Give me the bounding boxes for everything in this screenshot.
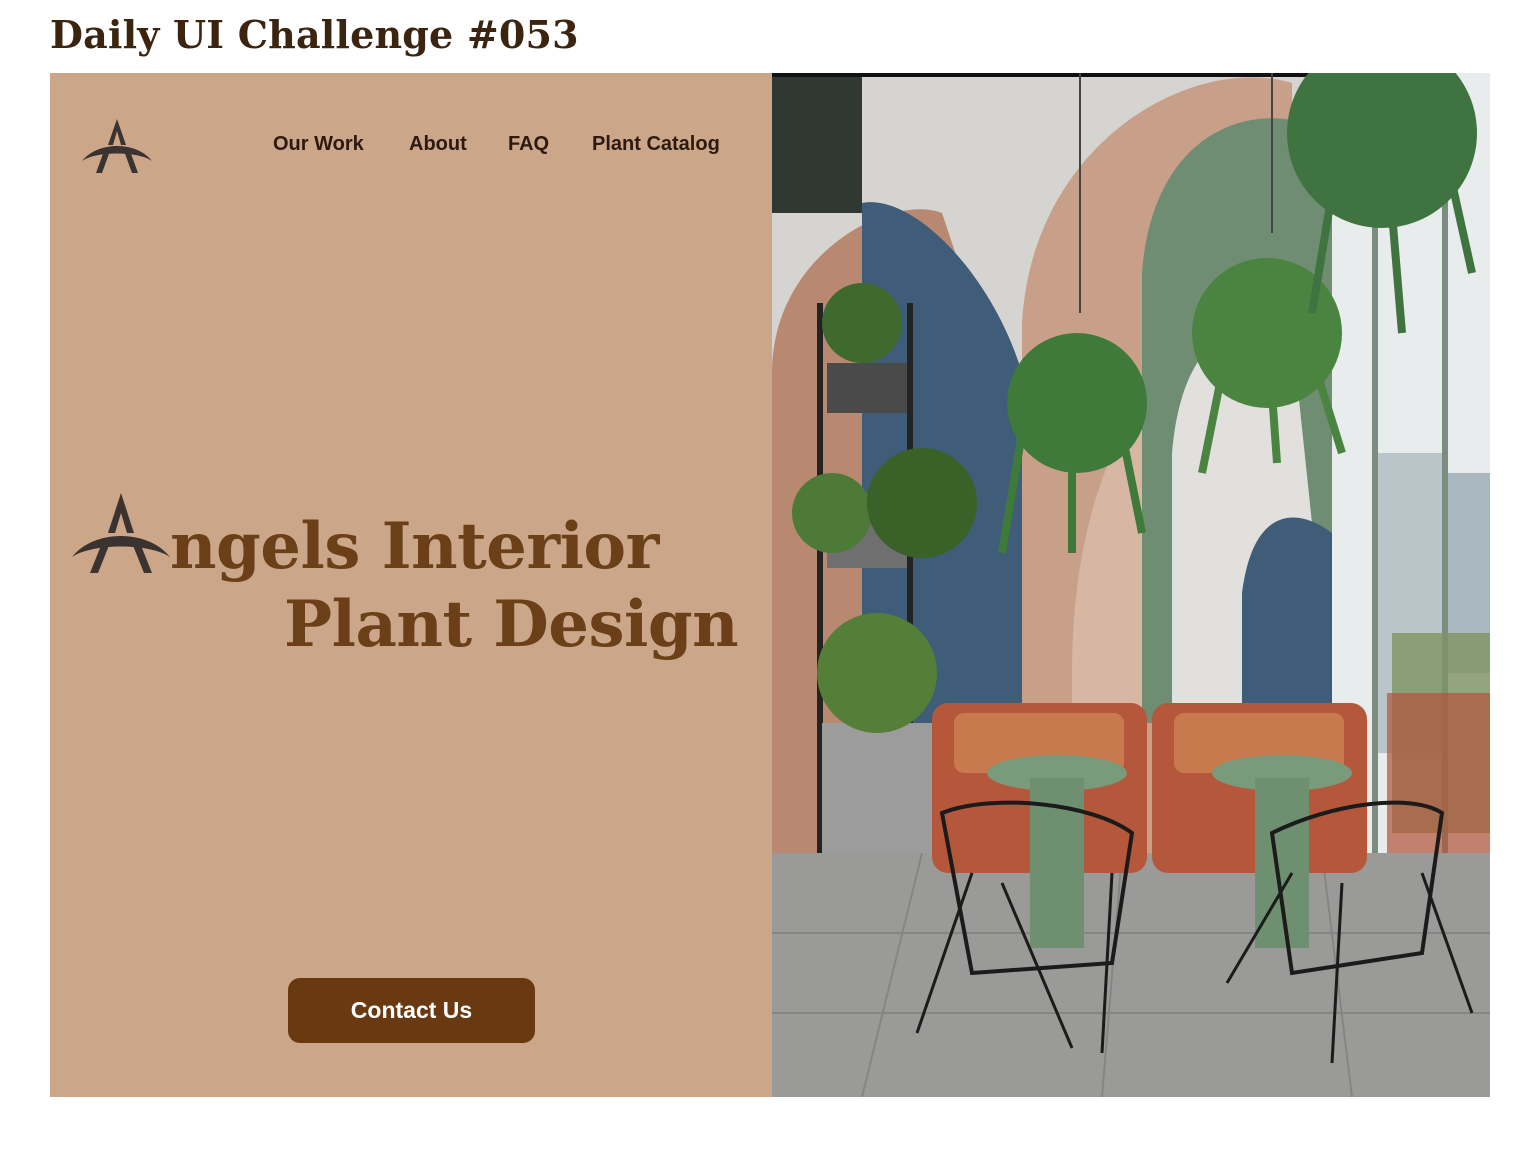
interior-photo <box>772 73 1490 1097</box>
nav-item-our-work[interactable]: Our Work <box>273 133 364 156</box>
landing-frame: Our Work About FAQ Plant Catalog ngels I… <box>50 73 1490 1097</box>
nav-item-plant-catalog[interactable]: Plant Catalog <box>592 133 720 156</box>
logo-letter-a-icon <box>72 493 170 573</box>
interior-photo-illustration <box>772 73 1490 1097</box>
hero-title: ngels Interior Plant Design <box>50 483 772 683</box>
contact-us-button[interactable]: Contact Us <box>288 978 535 1043</box>
left-panel: Our Work About FAQ Plant Catalog ngels I… <box>50 73 772 1097</box>
page-title: Daily UI Challenge #053 <box>50 12 579 57</box>
nav-item-faq[interactable]: FAQ <box>508 133 549 156</box>
main-nav: Our Work About FAQ Plant Catalog <box>50 133 772 161</box>
hero-line-2: Plant Design <box>284 587 739 662</box>
hero-line-1: ngels Interior <box>170 509 659 584</box>
nav-item-about[interactable]: About <box>409 133 467 156</box>
